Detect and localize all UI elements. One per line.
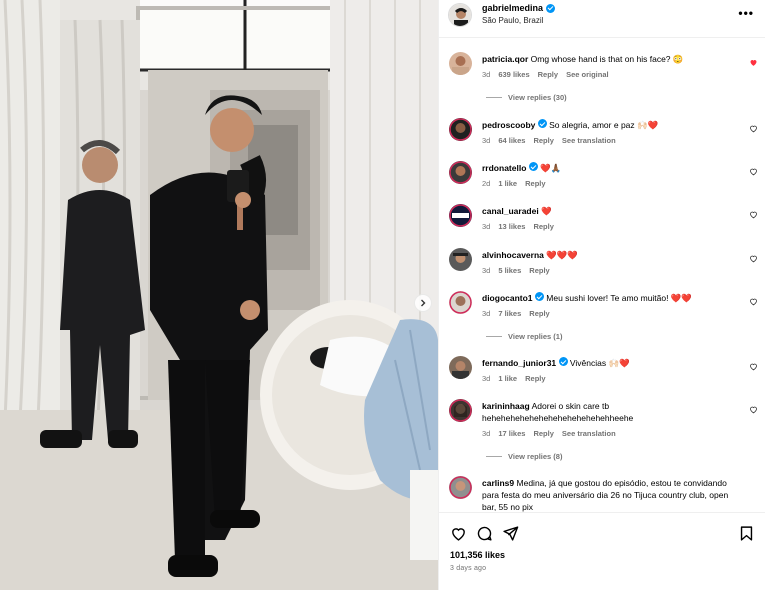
comment-username[interactable]: carlins9 [482,478,514,488]
comment-text: Vivências 🙌🏻❤️ [569,358,630,368]
verified-badge-icon [537,119,547,128]
reply-button[interactable]: Reply [533,429,553,438]
chevron-right-icon [421,299,426,307]
heart-icon[interactable] [749,124,758,133]
heart-icon[interactable] [749,362,758,371]
heart-icon[interactable] [749,254,758,263]
comment-likes[interactable]: 13 likes [498,222,525,231]
comment-likes[interactable]: 64 likes [498,136,525,145]
comment-text: ❤️🙏🏾 [540,163,562,173]
comment-meta: 3d 639 likes Reply See original [482,70,609,79]
comment-text: ❤️❤️❤️ [546,250,579,260]
commenter-avatar[interactable] [449,399,472,422]
comment-meta: 3d 5 likes Reply [482,266,550,275]
commenter-avatar[interactable] [449,161,472,184]
comment-meta: 2d 1 like Reply [482,179,546,188]
comment-username[interactable]: fernando_junior31 [482,358,556,368]
comment-likes[interactable]: 17 likes [498,429,525,438]
post-actions: 101,356 likes 3 days ago [439,512,765,590]
heart-icon[interactable] [749,210,758,219]
reply-button[interactable]: Reply [529,309,549,318]
reply-button[interactable]: Reply [529,266,549,275]
commenter-avatar[interactable] [449,248,472,271]
comment-username[interactable]: karininhaag [482,401,530,411]
comment-likes[interactable]: 7 likes [498,309,521,318]
see-original-button[interactable]: See original [566,70,609,79]
more-icon[interactable]: ••• [738,6,754,20]
comment-text: Medina, já que gostou do episódio, estou… [482,478,729,512]
comment-username[interactable]: alvinhocaverna [482,250,544,260]
commenter-avatar[interactable] [449,118,472,141]
comment-username[interactable]: rrdonatello [482,163,526,173]
author-avatar[interactable] [448,3,472,27]
see-translation-button[interactable]: See translation [562,136,616,145]
share-icon[interactable] [502,525,519,542]
heart-icon[interactable] [749,58,758,67]
comment-text: ❤️ [541,206,552,216]
comment-time: 3d [482,222,491,231]
comment-meta: 3d 1 like Reply [482,374,546,383]
comment-icon[interactable] [476,525,493,542]
comment-likes[interactable]: 1 like [498,179,517,188]
verified-badge-icon [528,162,538,171]
heart-icon[interactable] [450,525,467,542]
view-replies-label: View replies (30) [508,93,567,102]
likes-count[interactable]: 101,356 likes [450,550,505,560]
commenter-avatar[interactable] [449,291,472,314]
reply-button[interactable]: Reply [525,374,545,383]
comment-time: 2d [482,179,491,188]
heart-icon[interactable] [749,297,758,306]
post-location[interactable]: São Paulo, Brazil [482,16,543,25]
verified-badge-icon [558,357,568,366]
post-sidebar: gabrielmedina São Paulo, Brazil ••• patr… [438,0,765,590]
comment-text: Meu sushi lover! Te amo muitão! ❤️❤️ [546,293,693,303]
commenter-avatar[interactable] [449,204,472,227]
comment-likes[interactable]: 639 likes [498,70,529,79]
comment-username[interactable]: canal_uaradei [482,206,539,216]
reply-button[interactable]: Reply [525,179,545,188]
post-time: 3 days ago [450,565,487,572]
comment-time: 3d [482,266,491,275]
comment-meta: 3d 17 likes Reply See translation [482,429,616,438]
comment-likes[interactable]: 5 likes [498,266,521,275]
post-photo [0,0,438,590]
reply-button[interactable]: Reply [533,136,553,145]
comment-time: 3d [482,136,491,145]
comment-meta: 3d 13 likes Reply [482,222,554,231]
comment-meta: 3d 64 likes Reply See translation [482,136,616,145]
comment-likes[interactable]: 1 like [498,374,517,383]
comment-text: So alegria, amor e paz 🙌🏻❤️ [549,120,659,130]
view-replies-button[interactable]: View replies (1) [486,332,562,341]
commenter-avatar[interactable] [449,476,472,499]
see-translation-button[interactable]: See translation [562,429,616,438]
comment-time: 3d [482,70,491,79]
heart-icon[interactable] [749,167,758,176]
comment-text: Omg whose hand is that on his face? 😳 [530,54,684,64]
comment-time: 3d [482,374,491,383]
view-replies-button[interactable]: View replies (30) [486,93,567,102]
next-slide-button[interactable] [414,294,432,312]
view-replies-button[interactable]: View replies (8) [486,452,562,461]
comment-time: 3d [482,429,491,438]
verified-badge-icon [546,3,556,13]
comment-meta: 3d 7 likes Reply [482,309,550,318]
bookmark-icon[interactable] [738,525,755,542]
author-username[interactable]: gabrielmedina [482,3,543,13]
post-header: gabrielmedina São Paulo, Brazil ••• [439,0,765,38]
reply-button[interactable]: Reply [533,222,553,231]
verified-badge-icon [534,292,544,301]
comment-username[interactable]: patricia.qor [482,54,528,64]
photo-scene [0,0,438,590]
reply-button[interactable]: Reply [538,70,558,79]
comment-time: 3d [482,309,491,318]
heart-icon[interactable] [749,405,758,414]
view-replies-label: View replies (8) [508,452,563,461]
comment-username[interactable]: pedroscooby [482,120,535,130]
comments-list[interactable]: patricia.qor Omg whose hand is that on h… [439,38,765,512]
view-replies-label: View replies (1) [508,332,563,341]
commenter-avatar[interactable] [449,356,472,379]
comment-username[interactable]: diogocanto1 [482,293,533,303]
commenter-avatar[interactable] [449,52,472,75]
